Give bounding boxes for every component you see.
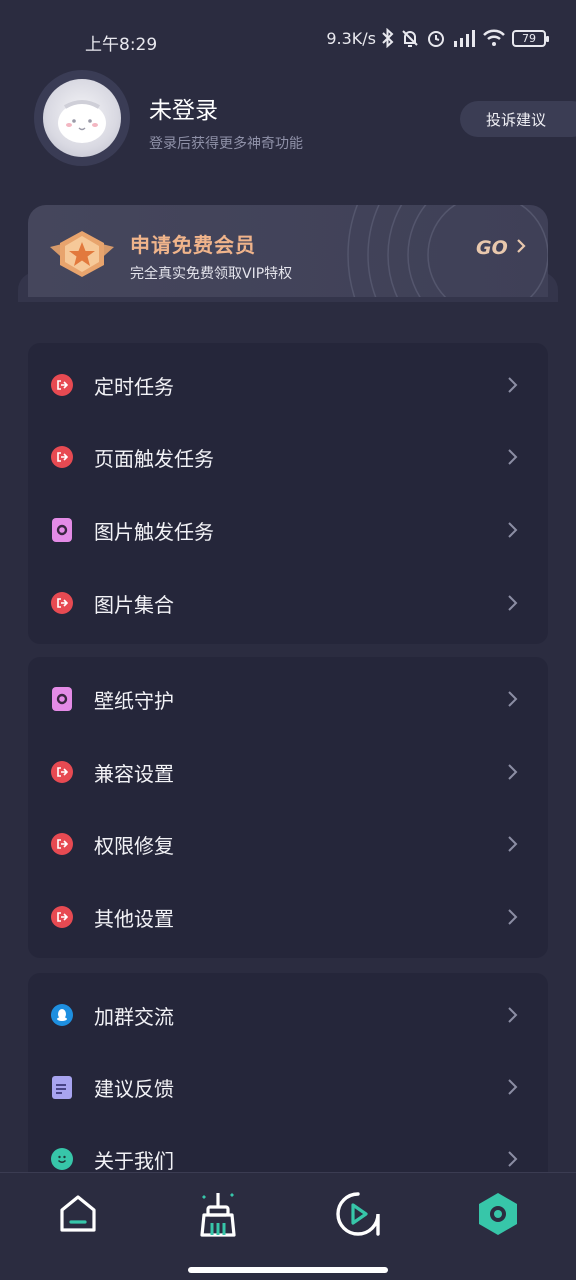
menu-item-compat-settings[interactable]: 兼容设置 (28, 736, 548, 808)
menu-item-join-group[interactable]: 加群交流 (28, 979, 548, 1051)
chevron-right-icon (506, 375, 520, 395)
menu-item-wallpaper-guard[interactable]: 壁纸守护 (28, 663, 548, 735)
menu-item-page-trigger-task[interactable]: 页面触发任务 (28, 421, 548, 493)
smile-icon (50, 1147, 74, 1171)
nav-clean-button[interactable] (193, 1191, 243, 1241)
chevron-right-icon (506, 1077, 520, 1097)
home-icon (56, 1192, 100, 1240)
star-badge-icon (48, 225, 116, 287)
qq-icon (50, 1003, 74, 1027)
red-exit-icon (50, 445, 74, 469)
vip-go-button[interactable]: GO (476, 237, 526, 259)
menu-item-permission-repair[interactable]: 权限修复 (28, 808, 548, 880)
complaint-button[interactable]: 投诉建议 (460, 101, 576, 137)
menu-label: 建议反馈 (94, 1076, 174, 1101)
chevron-right-icon (506, 593, 520, 613)
wifi-icon (482, 29, 506, 47)
red-exit-icon (50, 905, 74, 929)
chevron-right-icon (506, 762, 520, 782)
net-speed: 9.3K/s (326, 28, 376, 48)
play-icon (334, 1190, 382, 1242)
mute-bell-icon (400, 28, 420, 48)
chevron-right-icon (506, 520, 520, 540)
red-exit-icon (50, 832, 74, 856)
menu-label: 页面触发任务 (94, 446, 214, 471)
menu-item-image-trigger-task[interactable]: 图片触发任务 (28, 494, 548, 566)
chevron-right-icon (506, 1005, 520, 1025)
gesture-home-indicator[interactable] (188, 1267, 388, 1273)
menu-item-scheduled-task[interactable]: 定时任务 (28, 349, 548, 421)
chevron-right-icon (506, 447, 520, 467)
vip-subtitle: 完全真实免费领取VIP特权 (130, 266, 293, 282)
vip-banner[interactable]: 申请免费会员 完全真实免费领取VIP特权 GO (28, 205, 548, 297)
menu-label: 定时任务 (94, 374, 174, 399)
menu-item-other-settings[interactable]: 其他设置 (28, 881, 548, 953)
settings-hex-icon (474, 1190, 522, 1242)
bottom-nav (0, 1172, 576, 1280)
chevron-right-icon (516, 237, 526, 259)
menu-label: 加群交流 (94, 1004, 174, 1029)
chevron-right-icon (506, 689, 520, 709)
chevron-right-icon (506, 907, 520, 927)
pink-image-icon (50, 518, 74, 542)
menu-group-settings: 壁纸守护 兼容设置 权限修复 其他设置 (28, 657, 548, 958)
profile-subtitle: 登录后获得更多神奇功能 (149, 136, 303, 152)
menu-item-image-collection[interactable]: 图片集合 (28, 567, 548, 639)
nav-settings-button[interactable] (473, 1191, 523, 1241)
menu-group-tasks: 定时任务 页面触发任务 图片触发任务 图片集合 (28, 343, 548, 644)
menu-group-community: 加群交流 建议反馈 关于我们 (28, 973, 548, 1203)
nav-home-button[interactable] (53, 1191, 103, 1241)
pink-image-icon (50, 687, 74, 711)
chevron-right-icon (506, 1149, 520, 1169)
avatar-image (43, 79, 121, 157)
menu-item-feedback[interactable]: 建议反馈 (28, 1051, 548, 1123)
avatar[interactable] (34, 70, 130, 166)
menu-label: 兼容设置 (94, 761, 174, 786)
chevron-right-icon (506, 834, 520, 854)
alarm-icon (426, 28, 446, 48)
status-icons: 9.3K/s 79 (326, 28, 549, 48)
signal-icon (452, 29, 476, 47)
clean-brush-icon (194, 1189, 242, 1243)
feedback-doc-icon (50, 1075, 74, 1099)
vip-go-label: GO (476, 237, 508, 259)
menu-label: 图片集合 (94, 592, 174, 617)
battery-icon: 79 (512, 29, 549, 47)
menu-label: 壁纸守护 (94, 688, 174, 713)
status-time: 上午8:29 (85, 35, 158, 55)
status-bar: 上午8:29 9.3K/s 79 (0, 0, 576, 80)
red-exit-icon (50, 373, 74, 397)
menu-label: 权限修复 (94, 833, 174, 858)
menu-label: 关于我们 (94, 1148, 174, 1173)
vip-title: 申请免费会员 (130, 233, 256, 257)
menu-label: 图片触发任务 (94, 519, 214, 544)
bluetooth-icon (382, 28, 394, 48)
menu-label: 其他设置 (94, 906, 174, 931)
profile-name[interactable]: 未登录 (149, 91, 218, 125)
red-exit-icon (50, 591, 74, 615)
red-exit-icon (50, 760, 74, 784)
nav-play-button[interactable] (333, 1191, 383, 1241)
